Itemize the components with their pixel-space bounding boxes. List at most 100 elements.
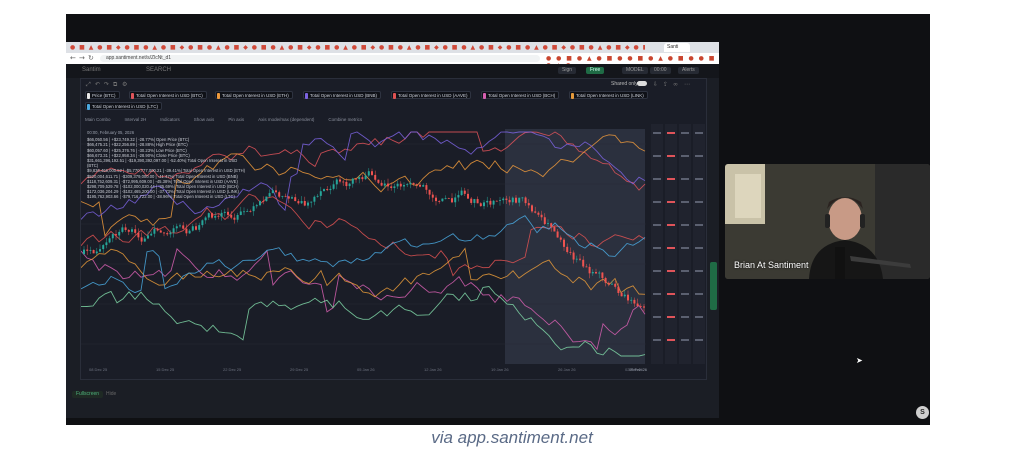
sign-button[interactable]: Sign [558, 67, 577, 74]
copy-icon[interactable]: ⧉ [113, 81, 117, 89]
value-axis [665, 124, 677, 364]
search-label[interactable]: SEARCH [146, 67, 171, 73]
metric-label: Total Open Interest in USD (BTC) [136, 93, 203, 98]
candle-body [396, 183, 399, 187]
axis-tick [681, 224, 689, 226]
download-icon[interactable]: ⇩ [653, 81, 658, 88]
candle-body [121, 227, 124, 232]
metric-chip[interactable]: Price (BTC) [85, 91, 120, 99]
candle-body [92, 249, 95, 254]
metric-label: Price (BTC) [92, 93, 116, 98]
chart-option[interactable]: Combine metrics [328, 117, 362, 122]
axis-tick [695, 316, 703, 318]
metric-chip[interactable]: Total Open Interest in USD (BNB) [303, 91, 382, 99]
candle-body [307, 202, 309, 206]
candle-body [246, 211, 249, 212]
candle-body [473, 199, 476, 203]
candle-body [265, 196, 268, 202]
date-tick: 15 Dec 25 [156, 367, 175, 372]
candle-body [271, 190, 274, 194]
side-drawer-tab[interactable] [710, 262, 717, 310]
candle-body [467, 193, 469, 199]
axis-tick [695, 155, 703, 157]
candle-body [198, 225, 201, 230]
axis-tick [667, 178, 675, 180]
metric-chip[interactable]: Total Open Interest in USD (ETH) [215, 91, 293, 99]
candle-body [243, 211, 245, 213]
candle-body [99, 249, 101, 252]
candle-body [217, 215, 220, 217]
candle-body [623, 294, 626, 297]
candle-body [95, 251, 98, 254]
free-button[interactable]: Free [586, 67, 605, 74]
candle-body [268, 193, 271, 197]
browser-window: ● ■ ▲ ● ■ ◆ ● ■ ● ▲ ● ■ ◆ ● ■ ● ▲ ● ■ ◆ … [66, 42, 719, 418]
forward-icon[interactable]: → [79, 54, 85, 62]
candle-body [447, 197, 450, 199]
candle-body [358, 177, 361, 180]
chart-option[interactable]: Indicators [160, 117, 180, 122]
candle-body [239, 211, 242, 215]
app-logo[interactable]: Santim [82, 67, 101, 73]
candle-body [575, 258, 578, 260]
hide-label[interactable]: Hide [106, 391, 116, 398]
date-tick: 26 Jan 26 [558, 367, 576, 372]
candle-body [105, 242, 108, 246]
metric-color-icon [393, 93, 396, 99]
chart-option[interactable]: Main Combo [85, 117, 111, 122]
undo-icon[interactable]: ↶ [95, 81, 100, 88]
candle-body [323, 189, 325, 192]
candle-body [390, 186, 393, 188]
candle-body [211, 213, 213, 218]
expand-icon[interactable]: ⤢ [86, 81, 91, 89]
back-icon[interactable]: ← [70, 54, 76, 62]
metric-chip[interactable]: Total Open Interest in USD (LINK) [569, 91, 648, 99]
candle-body [351, 178, 354, 184]
url-field[interactable]: app.santiment.net/s/ZlcNt_d1 [100, 55, 540, 62]
fullscreen-button[interactable]: Fullscreen [72, 391, 104, 398]
chart-option[interactable]: Pin axis [228, 117, 244, 122]
shared-only-toggle[interactable] [637, 81, 647, 86]
axis-tick [653, 132, 661, 134]
axis-tick [653, 293, 661, 295]
legend-row: $31,661,396,192.51 | -$19,390,392,097.00… [87, 158, 238, 169]
chart-option[interactable]: Show axis [194, 117, 215, 122]
candle-body [479, 203, 482, 207]
menu-icon[interactable]: ⋯ [684, 81, 690, 88]
candle-body [348, 183, 351, 187]
value-axis [693, 124, 705, 364]
link-icon[interactable]: ∞ [673, 81, 678, 88]
chart-option[interactable]: Interval 2H [125, 117, 147, 122]
chart-option[interactable]: Axis mode/max (dependent) [258, 117, 314, 122]
santiment-badge-icon: S [916, 406, 929, 419]
candle-body [223, 211, 226, 213]
candle-body [143, 238, 146, 242]
settings-icon[interactable]: ⚙ [122, 81, 127, 88]
candle-body [614, 283, 617, 287]
metric-chip[interactable]: Total Open Interest in USD (AAVE) [391, 91, 472, 99]
alerts-button[interactable]: Alerts [678, 67, 699, 74]
axis-tick [681, 339, 689, 341]
metric-color-icon [483, 93, 486, 99]
candle-body [310, 201, 313, 203]
pinned-tabs[interactable]: ● ■ ▲ ● ■ ◆ ● ■ ● ▲ ● ■ ◆ ● ■ ● ▲ ● ■ ◆ … [70, 44, 645, 51]
chart-options-row: Main Combo Interval 2H Indicators Show axis… [85, 117, 376, 122]
candle-body [604, 277, 607, 283]
metric-chip[interactable]: Total Open Interest in USD (BTC) [129, 91, 207, 99]
legend-row: $9,836,466,000.52 | -$5,770,777,000.21 |… [87, 168, 245, 174]
candle-body [543, 217, 546, 225]
axis-tick [667, 339, 675, 341]
axis-tick [695, 132, 703, 134]
candle-body [214, 215, 217, 218]
axis-tick [667, 155, 675, 157]
axis-tick [681, 132, 689, 134]
active-tab[interactable]: Santi [664, 43, 690, 52]
date-tick: 29 Dec 25 [290, 367, 309, 372]
redo-icon[interactable]: ↷ [104, 81, 109, 88]
reload-icon[interactable]: ↻ [88, 54, 94, 62]
candle-body [131, 229, 133, 232]
metric-chip[interactable]: Total Open Interest in USD (LTC) [85, 102, 162, 110]
value-axis [679, 124, 691, 364]
share-icon[interactable]: ⇪ [663, 81, 668, 88]
metric-chip[interactable]: Total Open Interest in USD (BCH) [481, 91, 560, 99]
